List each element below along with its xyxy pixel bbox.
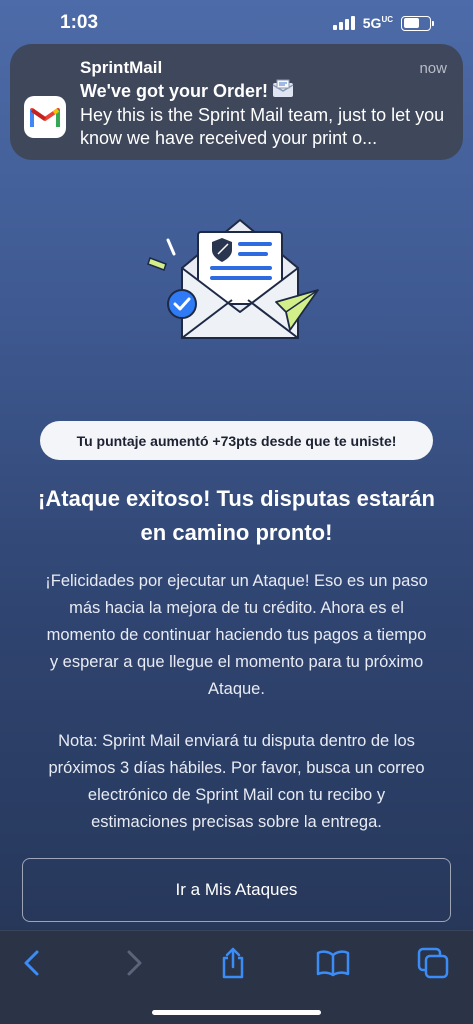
paragraph-line: Ataque. [208,680,265,698]
share-icon[interactable] [213,945,253,981]
note-paragraph: Nota: Sprint Mail enviará tu disputa den… [18,728,455,836]
home-indicator[interactable] [152,1010,321,1015]
paragraph-line: estimaciones precisas sobre la entrega. [91,813,382,831]
gmail-m-icon [24,96,66,138]
status-indicators: 5GUC [332,15,434,31]
score-increase-badge: Tu puntaje aumentó +73pts desde que te u… [40,421,433,460]
tabs-icon[interactable] [413,945,453,981]
notification-time: now [419,60,447,77]
browser-toolbar [0,930,473,1024]
mail-envelope-illustration [140,210,330,355]
paragraph-line: electrónico de Sprint Mail con tu recibo… [87,786,386,804]
notification-title: We've got your Order! [80,81,268,101]
congrats-paragraph: ¡Felicidades por ejecutar un Ataque! Eso… [18,568,455,703]
push-notification[interactable]: SprintMail now We've got your Order! Hey… [10,44,463,160]
network-label: 5GUC [362,15,393,31]
headline-line: en camino pronto! [140,520,333,545]
status-time: 1:03 [60,12,99,33]
chevron-right-icon[interactable] [114,945,154,981]
paragraph-line: momento de continuar haciendo tus pagos … [46,626,427,644]
battery-icon [401,15,434,31]
paragraph-line: ¡Felicidades por ejecutar un Ataque! Eso… [45,572,428,590]
notification-body: SprintMail now We've got your Order! Hey… [80,58,447,148]
book-icon[interactable] [313,945,353,981]
headline-line: ¡Ataque exitoso! Tus disputas estarán [38,486,435,511]
envelope-icon [272,79,294,104]
chevron-left-icon[interactable] [12,945,52,981]
signal-icon [332,16,355,30]
notification-title-row: We've got your Order! [80,79,447,104]
status-bar: 1:03 5GUC [0,0,473,46]
notification-text: Hey this is the Sprint Mail team, just t… [80,105,445,148]
paragraph-line: y esperar a que llegue el momento para t… [49,653,424,671]
paragraph-line: próximos 3 días hábiles. Por favor, busc… [48,759,425,777]
paragraph-line: Nota: Sprint Mail enviará tu disputa den… [58,732,415,750]
notification-app-name: SprintMail [80,58,163,77]
paragraph-line: más hacia la mejora de tu crédito. Ahora… [69,599,404,617]
go-to-my-attacks-button[interactable]: Ir a Mis Ataques [22,858,451,922]
success-headline: ¡Ataque exitoso! Tus disputas estarán en… [20,482,453,550]
